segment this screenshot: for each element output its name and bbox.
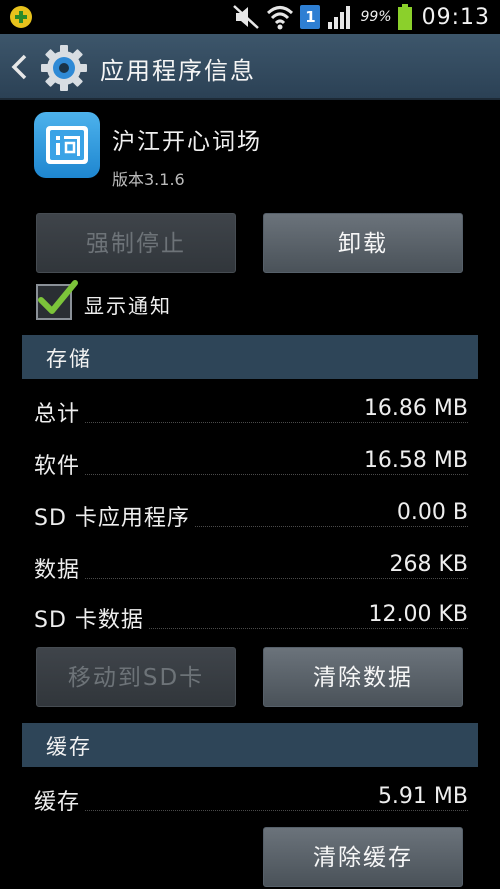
storage-row-app: 软件 16.58 MB [34,444,468,484]
show-notification-label: 显示通知 [84,294,172,318]
plus-icon [15,11,27,23]
storage-row-sd-app: SD 卡应用程序 0.00 B [34,496,468,536]
storage-section-header: 存储 [22,335,478,379]
action-bar: 应用程序信息 [0,34,500,100]
uninstall-button[interactable]: 卸载 [263,213,463,273]
status-bar: 1 99% 09:13 [0,0,500,34]
cache-row: 缓存 5.91 MB [34,780,468,820]
storage-header-label: 存储 [46,347,92,371]
notification-app-icon [10,6,32,28]
wifi-icon [267,6,294,30]
row-label: 缓存 [34,784,85,816]
row-value: 16.58 MB [359,448,468,473]
row-label: 总计 [34,396,85,428]
app-name: 沪江开心词场 [112,129,262,155]
move-to-sd-button[interactable]: 移动到SD卡 [36,647,236,707]
signal-strength-icon [328,6,351,29]
clock: 09:13 [421,4,490,30]
page-title: 应用程序信息 [100,57,256,85]
storage-row-data: 数据 268 KB [34,548,468,588]
app-icon [34,112,100,178]
battery-percent: 99% [360,9,392,25]
back-arrow-icon[interactable] [10,54,28,80]
dictionary-app-icon [46,126,88,164]
settings-gear-icon [41,45,87,91]
row-value: 16.86 MB [359,396,468,421]
row-value: 5.91 MB [373,784,468,809]
mute-icon [233,5,260,29]
storage-row-total: 总计 16.86 MB [34,392,468,432]
app-version: 版本3.1.6 [112,170,185,189]
row-value: 0.00 B [392,500,468,525]
clear-data-button[interactable]: 清除数据 [263,647,463,707]
row-label: 软件 [34,448,85,480]
row-label: SD 卡应用程序 [34,500,194,532]
row-label: 数据 [34,552,85,584]
show-notification-checkbox[interactable] [36,280,78,320]
status-icons: 1 99% 09:13 [232,2,490,32]
cache-section-header: 缓存 [22,723,478,767]
row-label: SD 卡数据 [34,602,148,634]
clear-cache-button[interactable]: 清除缓存 [263,827,463,887]
cache-header-label: 缓存 [46,735,92,759]
row-value: 268 KB [385,552,468,577]
sim-card-icon: 1 [300,5,321,29]
checkmark-icon [38,280,78,314]
storage-row-sd-data: SD 卡数据 12.00 KB [34,598,468,638]
row-value: 12.00 KB [364,602,468,627]
battery-icon [397,4,412,30]
force-stop-button[interactable]: 强制停止 [36,213,236,273]
